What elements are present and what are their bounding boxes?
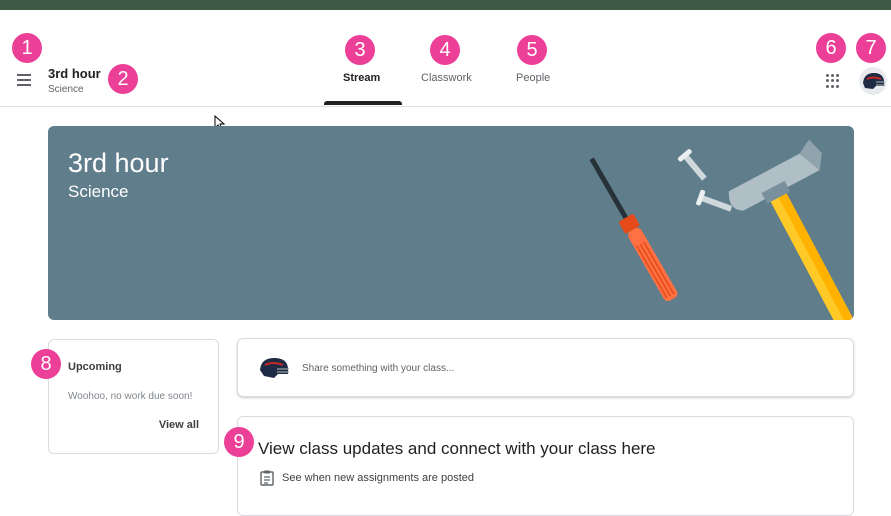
window-top-strip [0, 0, 891, 10]
annotation-badge-4: 4 [430, 35, 460, 65]
banner-title[interactable]: 3rd hour [68, 148, 169, 179]
annotation-badge-2: 2 [108, 64, 138, 94]
upcoming-empty-text: Woohoo, no work due soon! [68, 391, 193, 402]
info-card-item: See when new assignments are posted [260, 470, 474, 486]
class-banner: 3rd hour Science [48, 126, 854, 320]
assignment-icon [260, 470, 274, 486]
account-avatar[interactable] [859, 67, 887, 95]
annotation-badge-1: 1 [12, 33, 42, 63]
class-name[interactable]: 3rd hour [48, 66, 101, 81]
annotation-badge-6: 6 [816, 33, 846, 63]
share-avatar [257, 353, 291, 383]
tools-illustration-icon [589, 139, 854, 320]
upcoming-title: Upcoming [68, 361, 122, 373]
info-card-title: View class updates and connect with your… [258, 439, 656, 458]
tab-classwork[interactable]: Classwork [421, 72, 472, 84]
annotation-badge-5: 5 [517, 35, 547, 65]
annotation-badge-9: 9 [224, 427, 254, 457]
banner-subtitle: Science [68, 182, 129, 201]
class-subject: Science [48, 84, 84, 95]
helmet-avatar-icon [260, 358, 289, 378]
menu-icon-bar [17, 74, 31, 76]
menu-icon-bar [17, 79, 31, 81]
annotation-badge-3: 3 [345, 35, 375, 65]
info-card-item-text: See when new assignments are posted [282, 472, 475, 484]
active-tab-indicator [324, 101, 402, 105]
main-menu-button[interactable] [12, 68, 36, 92]
annotation-badge-7: 7 [856, 33, 886, 63]
tab-people[interactable]: People [516, 72, 550, 84]
helmet-avatar-icon [859, 67, 887, 95]
tab-stream[interactable]: Stream [343, 72, 380, 84]
upcoming-card: Upcoming Woohoo, no work due soon! View … [48, 339, 219, 454]
share-input[interactable]: Share something with your class... [302, 363, 454, 374]
info-card: View class updates and connect with your… [237, 416, 854, 516]
share-post-box[interactable]: Share something with your class... [237, 338, 854, 397]
annotation-badge-8: 8 [31, 349, 61, 379]
view-all-link[interactable]: View all [159, 419, 199, 431]
menu-icon-bar [17, 84, 31, 86]
google-apps-icon[interactable] [826, 74, 840, 88]
